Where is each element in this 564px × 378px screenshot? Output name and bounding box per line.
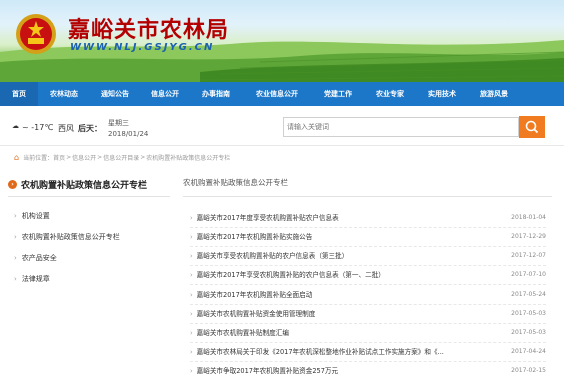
nav-item-info-public[interactable]: 信息公开 bbox=[140, 82, 190, 106]
news-date: 2018-01-04 bbox=[511, 213, 546, 221]
sidebar-item-label: 法律规章 bbox=[21, 275, 50, 283]
sidebar-item-label: 机构设置 bbox=[21, 212, 50, 220]
breadcrumb-separator: > bbox=[140, 153, 146, 161]
news-date: 2017-05-03 bbox=[511, 309, 546, 317]
row-divider bbox=[190, 304, 546, 305]
news-date: 2017-05-24 bbox=[511, 290, 546, 298]
news-title: 嘉峪关市享受农机购置补贴的农户信息表（第三批） bbox=[196, 252, 349, 260]
sidebar-title-text: 农机购置补贴政策信息公开专栏 bbox=[21, 181, 148, 191]
breadcrumb-separator: > bbox=[66, 153, 72, 161]
news-title: 嘉峪关市农机购置补贴资金使用管理制度 bbox=[196, 310, 316, 318]
news-date: 2017-12-29 bbox=[511, 232, 546, 240]
news-date: 2017-02-15 bbox=[511, 366, 546, 374]
arrow-circle-icon: › bbox=[8, 180, 17, 189]
news-title: 嘉峪关市农机购置补贴制度汇编 bbox=[196, 329, 289, 337]
bullet-icon: › bbox=[14, 233, 17, 241]
row-divider bbox=[190, 246, 546, 247]
bullet-icon: › bbox=[190, 291, 193, 299]
row-divider bbox=[190, 361, 546, 362]
nav-item-guide[interactable]: 办事指南 bbox=[190, 82, 242, 106]
news-title: 嘉峪关市2017年农机购置补贴全面启动 bbox=[196, 291, 313, 299]
sidebar-divider bbox=[8, 196, 170, 197]
news-title: 嘉峪关市争取2017年农机购置补贴资金257万元 bbox=[196, 367, 339, 375]
news-title: 嘉峪关市2017年农机购置补贴实施公告 bbox=[196, 233, 313, 241]
sidebar-item-safety[interactable]: › 农产品安全 bbox=[14, 253, 57, 263]
weather-temp: ~ -17℃ bbox=[22, 123, 54, 132]
bullet-icon: › bbox=[190, 329, 193, 337]
site-url: WWW.NLJ.GSJYG.CN bbox=[70, 42, 215, 53]
sidebar-item-label: 农产品安全 bbox=[21, 254, 57, 262]
nav-item-party[interactable]: 党建工作 bbox=[312, 82, 364, 106]
list-item[interactable]: › 嘉峪关市2017年享受农机购置补贴的农户信息表（第一、二批） 2017-07-… bbox=[190, 268, 546, 280]
sidebar-item-law[interactable]: › 法律规章 bbox=[14, 274, 50, 284]
search-icon bbox=[525, 120, 539, 134]
list-item[interactable]: › 嘉峪关市农机购置补贴资金使用管理制度 2017-05-03 bbox=[190, 307, 546, 319]
row-divider bbox=[190, 342, 546, 343]
news-title: 嘉峪关市2017年享受农机购置补贴的农户信息表（第一、二批） bbox=[196, 271, 385, 279]
breadcrumb-item-catalog[interactable]: 信息公开目录 bbox=[103, 153, 139, 162]
nav-item-agri-info[interactable]: 农业信息公开 bbox=[242, 82, 312, 106]
sidebar-title: › 农机购置补贴政策信息公开专栏 bbox=[8, 178, 147, 191]
tab-divider bbox=[183, 196, 552, 197]
breadcrumb-item-current[interactable]: 农机购置补贴政策信息公开专栏 bbox=[146, 153, 230, 162]
weekday: 星期三 bbox=[108, 119, 129, 127]
bullet-icon: › bbox=[14, 254, 17, 262]
bullet-icon: › bbox=[190, 233, 193, 241]
bullet-icon: › bbox=[190, 367, 193, 375]
nav-item-tech[interactable]: 实用技术 bbox=[416, 82, 468, 106]
row-divider bbox=[190, 284, 546, 285]
bullet-icon: › bbox=[14, 275, 17, 283]
list-item[interactable]: › 嘉峪关市农机购置补贴制度汇编 2017-05-03 bbox=[190, 326, 546, 338]
news-date: 2017-05-03 bbox=[511, 328, 546, 336]
nav-item-scenery[interactable]: 旅游风景 bbox=[468, 82, 520, 106]
header-banner: 嘉峪关市农林局 WWW.NLJ.GSJYG.CN bbox=[0, 0, 564, 82]
bullet-icon: › bbox=[190, 348, 193, 356]
bullet-icon: › bbox=[14, 212, 17, 220]
weather-day: 后天： bbox=[78, 124, 102, 133]
bullet-icon: › bbox=[190, 252, 193, 260]
bullet-icon: › bbox=[190, 271, 193, 279]
weather-icon: ☁ bbox=[12, 122, 19, 130]
breadcrumb: ⌂ 当前位置： 首页 > 信息公开 > 信息公开目录 > 农机购置补贴政策信息公… bbox=[14, 151, 230, 163]
list-item[interactable]: › 嘉峪关市农林局关于印发《2017年农机深松整地作业补贴试点工作实施方案》和《.… bbox=[190, 345, 546, 357]
sidebar-item-subsidy[interactable]: › 农机购置补贴政策信息公开专栏 bbox=[14, 232, 120, 242]
nav-item-news[interactable]: 农林动态 bbox=[38, 82, 90, 106]
breadcrumb-separator: > bbox=[97, 153, 103, 161]
news-title: 嘉峪关市2017年度享受农机购置补贴农户信息表 bbox=[196, 214, 339, 222]
national-emblem-icon bbox=[16, 14, 56, 54]
nav-item-experts[interactable]: 农业专家 bbox=[364, 82, 416, 106]
breadcrumb-prefix: 当前位置： bbox=[23, 154, 54, 162]
row-divider bbox=[190, 265, 546, 266]
main-nav: 首页 农林动态 通知公告 信息公开 办事指南 农业信息公开 党建工作 农业专家 … bbox=[0, 82, 564, 106]
home-icon: ⌂ bbox=[14, 152, 20, 162]
search-input[interactable] bbox=[287, 118, 515, 136]
nav-item-notices[interactable]: 通知公告 bbox=[90, 82, 140, 106]
news-title: 嘉峪关市农林局关于印发《2017年农机深松整地作业补贴试点工作实施方案》和《..… bbox=[196, 348, 444, 356]
news-date: 2017-12-07 bbox=[511, 251, 546, 259]
sidebar-item-org[interactable]: › 机构设置 bbox=[14, 211, 50, 221]
list-item[interactable]: › 嘉峪关市2017年农机购置补贴实施公告 2017-12-29 bbox=[190, 230, 546, 242]
list-item[interactable]: › 嘉峪关市2017年农机购置补贴全面启动 2017-05-24 bbox=[190, 288, 546, 300]
list-item[interactable]: › 嘉峪关市享受农机购置补贴的农户信息表（第三批） 2017-12-07 bbox=[190, 249, 546, 261]
news-date: 2017-07-10 bbox=[511, 270, 546, 278]
weather-wind: 西风 bbox=[58, 124, 74, 133]
row-divider bbox=[190, 227, 546, 228]
list-item[interactable]: › 嘉峪关市2017年度享受农机购置补贴农户信息表 2018-01-04 bbox=[190, 211, 546, 223]
breadcrumb-item-home[interactable]: 首页 bbox=[53, 153, 65, 162]
search-button[interactable] bbox=[519, 116, 545, 138]
site-title: 嘉峪关市农林局 bbox=[68, 17, 230, 43]
bullet-icon: › bbox=[190, 214, 193, 222]
current-date: 2018/01/24 bbox=[108, 130, 149, 138]
page: 嘉峪关市农林局 WWW.NLJ.GSJYG.CN 首页 农林动态 通知公告 信息… bbox=[0, 0, 564, 378]
breadcrumb-item-info-public[interactable]: 信息公开 bbox=[72, 153, 96, 162]
bullet-icon: › bbox=[190, 310, 193, 318]
row-divider bbox=[190, 323, 546, 324]
nav-item-home[interactable]: 首页 bbox=[0, 82, 38, 106]
list-item[interactable]: › 嘉峪关市争取2017年农机购置补贴资金257万元 2017-02-15 bbox=[190, 364, 546, 376]
sidebar-item-label: 农机购置补贴政策信息公开专栏 bbox=[21, 233, 120, 241]
news-date: 2017-04-24 bbox=[511, 347, 546, 355]
tab-subsidy-info[interactable]: 农机购置补贴政策信息公开专栏 bbox=[183, 177, 288, 188]
